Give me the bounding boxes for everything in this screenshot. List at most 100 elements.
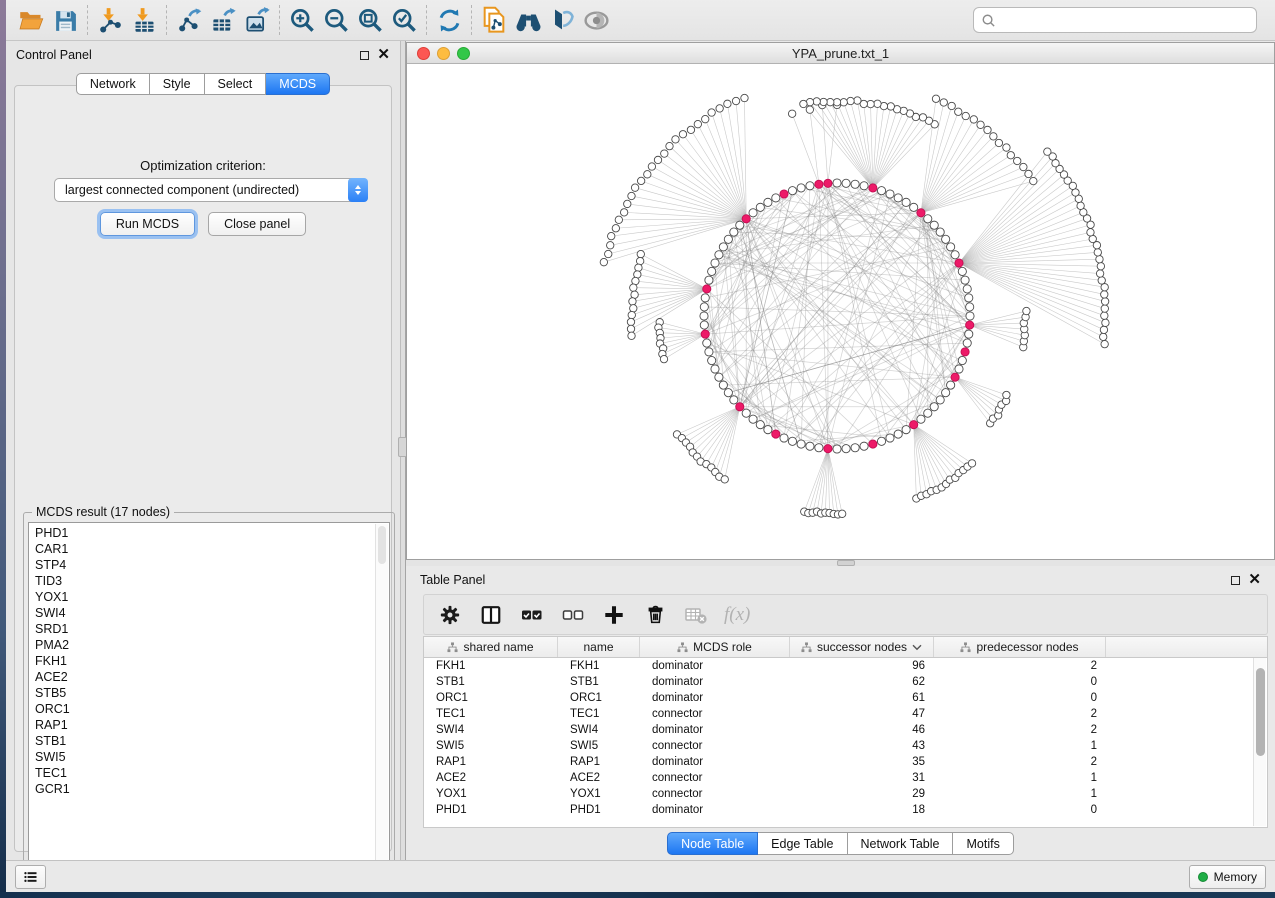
graph-node[interactable] [724, 100, 731, 107]
graph-node-mcds[interactable] [869, 184, 877, 192]
graph-node[interactable] [942, 389, 950, 397]
graph-node[interactable] [1101, 291, 1108, 298]
table-row[interactable]: FKH1FKH1dominator962 [424, 658, 1253, 674]
graph-node-mcds[interactable] [701, 330, 709, 338]
graph-node[interactable] [711, 259, 719, 267]
graph-node[interactable] [806, 442, 814, 450]
tab-node-table[interactable]: Node Table [667, 832, 758, 855]
graph-node[interactable] [958, 267, 966, 275]
mcds-result-item[interactable]: PHD1 [35, 525, 375, 541]
zoom-fit-icon[interactable] [353, 4, 387, 36]
graph-node[interactable] [910, 203, 918, 211]
graph-node[interactable] [600, 258, 607, 265]
graph-node[interactable] [930, 221, 938, 229]
graph-node[interactable] [924, 215, 932, 223]
graphics-details-icon[interactable] [545, 4, 579, 36]
graph-node[interactable] [628, 192, 635, 199]
graph-node[interactable] [936, 396, 944, 404]
graph-node[interactable] [951, 251, 959, 259]
column-header-predecessor-nodes[interactable]: predecessor nodes [934, 637, 1106, 657]
graph-node[interactable] [942, 235, 950, 243]
graph-node[interactable] [772, 194, 780, 202]
columns-icon[interactable] [478, 602, 504, 628]
graph-node[interactable] [902, 198, 910, 206]
mcds-result-item[interactable]: PMA2 [35, 637, 375, 653]
graph-node[interactable] [701, 294, 709, 302]
gear-icon[interactable] [437, 602, 463, 628]
graph-node[interactable] [637, 177, 644, 184]
graph-node[interactable] [703, 339, 711, 347]
graph-node[interactable] [947, 243, 955, 251]
graph-node[interactable] [932, 95, 939, 102]
graph-node[interactable] [700, 303, 708, 311]
graph-node[interactable] [1023, 307, 1030, 314]
run-mcds-button[interactable]: Run MCDS [100, 212, 195, 236]
graph-node-mcds[interactable] [824, 445, 832, 453]
graph-node[interactable] [984, 126, 991, 133]
graph-node[interactable] [724, 389, 732, 397]
table-row[interactable]: YOX1YOX1connector291 [424, 786, 1253, 802]
network-window-titlebar[interactable]: YPA_prune.txt_1 [407, 43, 1274, 64]
zoom-selected-icon[interactable] [387, 4, 421, 36]
zoom-out-icon[interactable] [319, 4, 353, 36]
delete-icon[interactable] [642, 602, 668, 628]
find-icon[interactable] [511, 4, 545, 36]
export-table-icon[interactable] [206, 4, 240, 36]
save-session-icon[interactable] [48, 4, 82, 36]
graph-node[interactable] [965, 330, 973, 338]
graph-node[interactable] [797, 184, 805, 192]
graph-node[interactable] [764, 198, 772, 206]
column-header-MCDS-role[interactable]: MCDS role [640, 637, 790, 657]
graph-node[interactable] [756, 203, 764, 211]
graph-node[interactable] [966, 303, 974, 311]
graph-node[interactable] [631, 184, 638, 191]
export-network-icon[interactable] [172, 4, 206, 36]
graph-node[interactable] [930, 403, 938, 411]
table-scrollbar[interactable] [1253, 658, 1266, 826]
float-panel-icon[interactable] [360, 51, 369, 60]
graph-node-mcds[interactable] [961, 348, 969, 356]
graph-node[interactable] [1020, 163, 1027, 170]
graph-node[interactable] [936, 228, 944, 236]
graph-node[interactable] [800, 100, 807, 107]
mcds-result-item[interactable]: FKH1 [35, 653, 375, 669]
graph-node[interactable] [827, 98, 834, 105]
graph-node[interactable] [1094, 249, 1101, 256]
mcds-result-item[interactable]: ACE2 [35, 669, 375, 685]
graph-node[interactable] [679, 131, 686, 138]
table-row[interactable]: RAP1RAP1dominator352 [424, 754, 1253, 770]
graph-node[interactable] [833, 179, 841, 187]
graph-node[interactable] [730, 396, 738, 404]
close-panel-icon[interactable]: ✕ [1248, 575, 1261, 585]
graph-node[interactable] [955, 108, 962, 115]
graph-node[interactable] [629, 298, 636, 305]
graph-node[interactable] [919, 114, 926, 121]
network-graph[interactable] [407, 64, 1274, 559]
graph-node-mcds[interactable] [780, 190, 788, 198]
graph-node[interactable] [708, 267, 716, 275]
column-header-name[interactable]: name [558, 637, 640, 657]
graph-node[interactable] [962, 112, 969, 119]
graph-node[interactable] [1097, 262, 1104, 269]
graph-node[interactable] [902, 426, 910, 434]
graph-node[interactable] [672, 136, 679, 143]
graph-node[interactable] [1044, 148, 1051, 155]
graph-node[interactable] [630, 305, 637, 312]
network-canvas[interactable] [407, 64, 1274, 559]
graph-node[interactable] [1101, 284, 1108, 291]
graph-node[interactable] [741, 94, 748, 101]
tab-style[interactable]: Style [150, 73, 205, 95]
export-image-icon[interactable] [240, 4, 274, 36]
graph-node[interactable] [886, 434, 894, 442]
deselect-all-icon[interactable] [560, 602, 586, 628]
graph-node[interactable] [719, 243, 727, 251]
graph-node[interactable] [705, 348, 713, 356]
graph-node[interactable] [1096, 270, 1103, 277]
graph-node[interactable] [990, 133, 997, 140]
graph-node[interactable] [627, 318, 634, 325]
memory-button[interactable]: Memory [1189, 865, 1266, 889]
graph-node-mcds[interactable] [703, 285, 711, 293]
close-panel-icon[interactable]: ✕ [377, 50, 390, 60]
graph-node-mcds[interactable] [736, 403, 744, 411]
graph-node[interactable] [877, 437, 885, 445]
